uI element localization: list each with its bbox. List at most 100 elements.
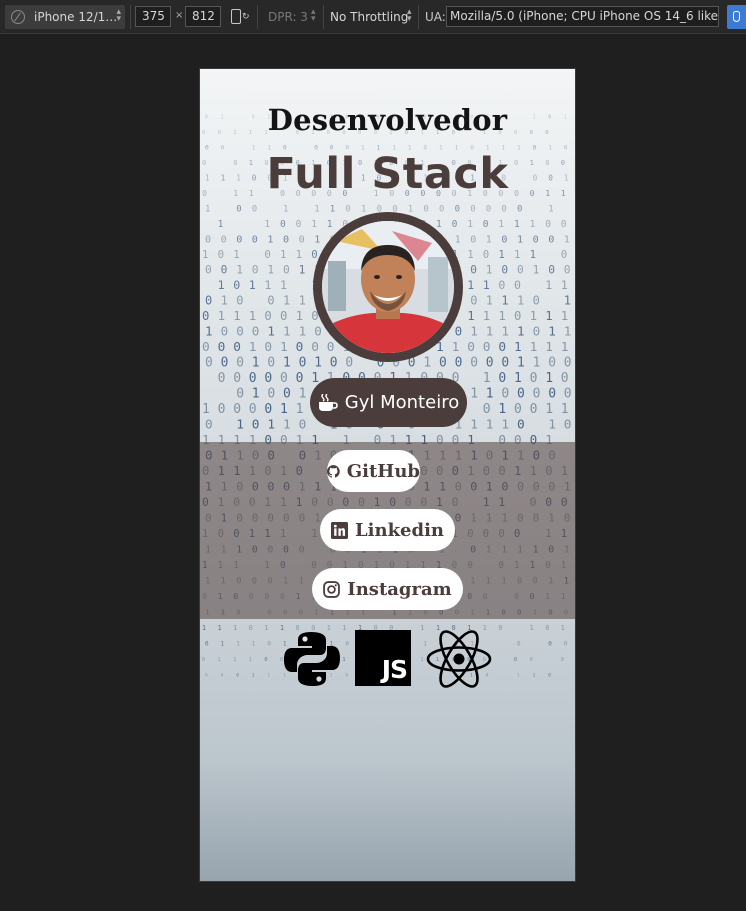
- binary-digit: 0: [233, 402, 241, 417]
- binary-digit: 0: [498, 371, 506, 386]
- binary-digit: 0: [221, 324, 229, 339]
- dpr-select[interactable]: DPR: 3: [268, 10, 308, 24]
- binary-digit: 1: [218, 309, 225, 323]
- binary-digit: 1: [327, 219, 333, 230]
- binary-digit: 0: [236, 324, 244, 339]
- binary-digit: 1: [452, 340, 460, 355]
- binary-digit: 0: [233, 340, 241, 355]
- javascript-icon[interactable]: JS: [355, 630, 411, 686]
- device-label: iPhone 12/1…: [34, 10, 118, 24]
- binary-digit: 1: [205, 205, 210, 215]
- binary-digit: 0: [299, 235, 305, 246]
- binary-digit: 0: [455, 356, 463, 371]
- react-icon[interactable]: [426, 630, 492, 688]
- binary-digit: 1: [486, 235, 492, 246]
- binary-digit: 1: [280, 340, 288, 355]
- binary-digit: 1: [498, 309, 505, 323]
- select-arrows-icon: ▴ ▾: [407, 7, 412, 24]
- javascript-label: JS: [381, 655, 408, 684]
- binary-digit: 0: [218, 371, 226, 386]
- binary-digit: 0: [561, 371, 569, 386]
- binary-digit: 1: [498, 248, 504, 261]
- binary-digit: 1: [530, 248, 536, 261]
- binary-digit: 1: [498, 219, 504, 230]
- binary-digit: 0: [296, 371, 304, 386]
- binary-digit: 1: [249, 278, 256, 292]
- binary-digit: 0: [267, 294, 274, 308]
- binary-digit: 1: [517, 673, 520, 679]
- throttling-select[interactable]: No Throttling: [330, 10, 408, 24]
- binary-digit: 0: [498, 624, 502, 632]
- binary-digit: 0: [498, 278, 505, 292]
- binary-digit: 1: [236, 418, 244, 433]
- binary-digit: 0: [233, 278, 240, 292]
- binary-digit: 0: [202, 340, 210, 355]
- binary-digit: 0: [249, 624, 253, 632]
- ua-label: UA:: [425, 10, 446, 24]
- binary-digit: 0: [299, 418, 307, 433]
- binary-digit: 0: [236, 205, 241, 215]
- height-input[interactable]: 812: [185, 6, 221, 27]
- binary-digit: 0: [517, 264, 524, 277]
- dimension-separator: ×: [175, 10, 184, 21]
- binary-digit: 0: [280, 371, 288, 386]
- binary-digit: 0: [545, 219, 551, 230]
- binary-digit: 0: [327, 340, 335, 355]
- binary-digit: 1: [486, 324, 494, 339]
- binary-digit: 1: [501, 418, 509, 433]
- python-icon[interactable]: [283, 630, 341, 688]
- binary-digit: 0: [264, 248, 270, 261]
- instagram-button[interactable]: Instagram: [312, 568, 463, 610]
- binary-digit: 1: [283, 324, 291, 339]
- binary-digit: 1: [330, 205, 335, 215]
- binary-digit: 0: [221, 235, 227, 246]
- binary-digit: 0: [501, 264, 508, 277]
- github-button[interactable]: GitHub: [327, 450, 420, 492]
- binary-digit: 0: [530, 657, 533, 663]
- binary-digit: 1: [561, 402, 569, 417]
- binary-digit: 1: [283, 356, 291, 371]
- binary-digit: 1: [408, 205, 413, 215]
- binary-digit: 0: [530, 402, 538, 417]
- binary-digit: 1: [423, 356, 431, 371]
- binary-digit: 0: [236, 387, 244, 402]
- binary-digit: 1: [280, 278, 287, 292]
- binary-digit: 0: [267, 387, 275, 402]
- linkedin-button[interactable]: Linkedin: [320, 509, 455, 551]
- binary-digit: 1: [486, 294, 493, 308]
- binary-digit: 1: [514, 371, 522, 386]
- name-button[interactable]: Gyl Monteiro: [310, 378, 467, 427]
- user-agent-input[interactable]: Mozilla/5.0 (iPhone; CPU iPhone OS 14_6 …: [446, 6, 719, 27]
- binary-digit: 1: [530, 624, 534, 632]
- binary-digit: 1: [252, 356, 260, 371]
- rotate-arrow-icon: ↻: [242, 12, 250, 22]
- divider: [130, 5, 131, 29]
- binary-digit: 1: [218, 219, 224, 230]
- binary-digit: 1: [205, 324, 213, 339]
- binary-digit: 0: [452, 219, 458, 230]
- binary-digit: 1: [483, 278, 490, 292]
- binary-digit: 0: [280, 309, 287, 323]
- touch-icon[interactable]: [727, 5, 746, 29]
- binary-digit: 0: [517, 387, 525, 402]
- binary-digit: 0: [205, 264, 212, 277]
- rotate-icon[interactable]: [231, 9, 241, 24]
- binary-digit: 0: [252, 205, 257, 215]
- binary-digit: 0: [498, 340, 506, 355]
- width-input[interactable]: 375: [135, 6, 171, 27]
- binary-digit: 0: [548, 642, 552, 648]
- device-select[interactable]: iPhone 12/1… ▴ ▾: [5, 5, 125, 29]
- binary-digit: 0: [205, 673, 208, 679]
- binary-digit: 1: [299, 294, 306, 308]
- binary-digit: 1: [514, 248, 520, 261]
- binary-digit: 0: [264, 402, 272, 417]
- binary-digit: 0: [311, 248, 317, 261]
- binary-digit: 1: [564, 324, 572, 339]
- binary-digit: 1: [249, 340, 257, 355]
- binary-digit: 1: [342, 624, 346, 632]
- binary-digit: 1: [264, 219, 270, 230]
- binary-digit: 0: [252, 264, 259, 277]
- binary-digit: 0: [514, 278, 521, 292]
- binary-digit: 0: [514, 309, 521, 323]
- binary-digit: 0: [233, 371, 241, 386]
